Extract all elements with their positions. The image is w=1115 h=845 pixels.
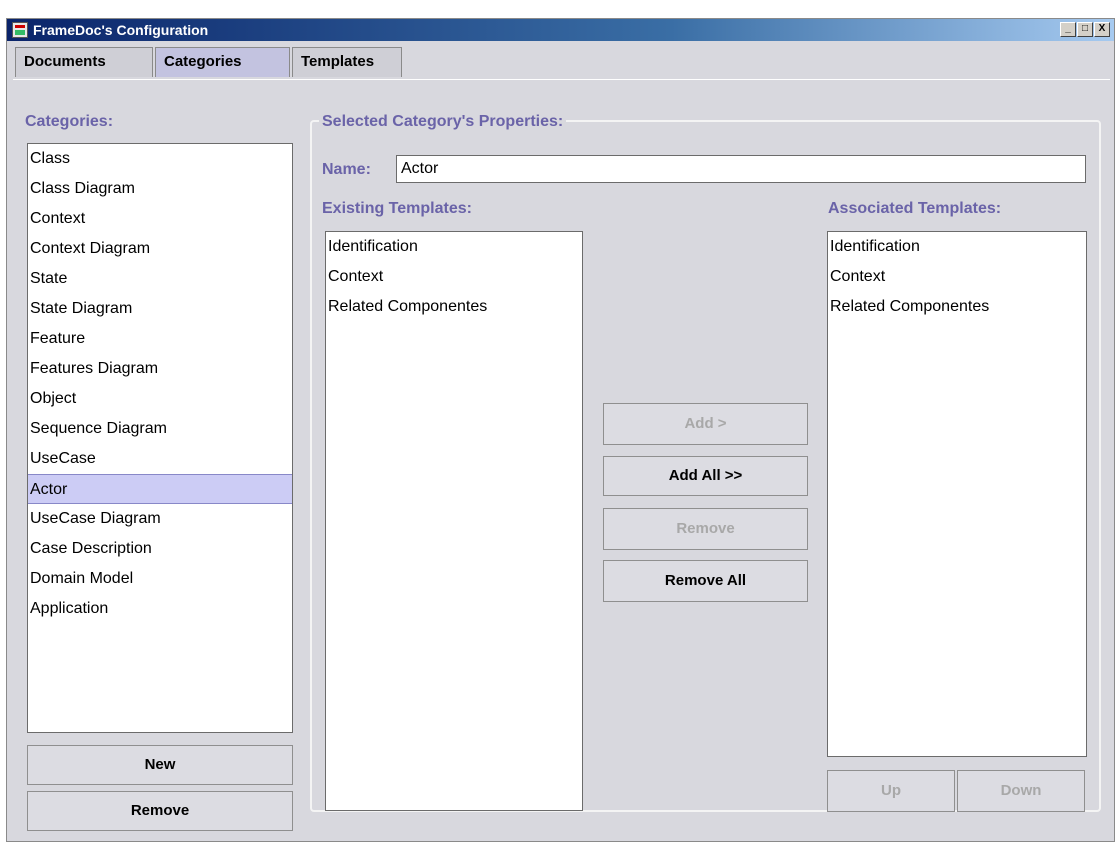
list-item[interactable]: Context <box>828 262 1086 292</box>
list-item[interactable]: State Diagram <box>28 294 292 324</box>
list-item[interactable]: Object <box>28 384 292 414</box>
list-item[interactable]: State <box>28 264 292 294</box>
tab-categories[interactable]: Categories <box>155 47 290 77</box>
configuration-window: FrameDoc's Configuration _ □ X Documents… <box>6 18 1115 842</box>
associated-templates-list[interactable]: Identification Context Related Componentes <box>827 231 1087 757</box>
maximize-button[interactable]: □ <box>1077 22 1093 37</box>
existing-templates-label: Existing Templates: <box>322 200 472 217</box>
tab-documents[interactable]: Documents <box>15 47 153 77</box>
remove-template-button[interactable]: Remove <box>603 508 808 550</box>
close-button[interactable]: X <box>1094 22 1110 37</box>
list-item[interactable]: Application <box>28 594 292 624</box>
list-item[interactable]: Context <box>326 262 582 292</box>
add-button[interactable]: Add > <box>603 403 808 445</box>
list-item[interactable]: Identification <box>828 232 1086 262</box>
list-item[interactable]: Context <box>28 204 292 234</box>
categories-label: Categories: <box>25 113 114 130</box>
categories-panel: Categories: Class Class Diagram Context Con… <box>13 79 1110 840</box>
new-category-button[interactable]: New <box>27 745 293 785</box>
existing-templates-list[interactable]: Identification Context Related Componentes <box>325 231 583 811</box>
add-all-button[interactable]: Add All >> <box>603 456 808 496</box>
remove-category-button[interactable]: Remove <box>27 791 293 831</box>
categories-list[interactable]: Class Class Diagram Context Context Diagram… <box>27 143 293 733</box>
minimize-button[interactable]: _ <box>1060 22 1076 37</box>
remove-all-button[interactable]: Remove All <box>603 560 808 602</box>
list-item[interactable]: Features Diagram <box>28 354 292 384</box>
up-button[interactable]: Up <box>827 770 955 812</box>
list-item[interactable]: Domain Model <box>28 564 292 594</box>
associated-templates-label: Associated Templates: <box>828 200 1002 217</box>
list-item[interactable]: Feature <box>28 324 292 354</box>
properties-group-label: Selected Category's Properties: <box>319 113 567 131</box>
list-item[interactable]: UseCase Diagram <box>28 504 292 534</box>
list-item[interactable]: Class <box>28 144 292 174</box>
name-label: Name: <box>322 161 371 178</box>
list-item[interactable]: Related Componentes <box>828 292 1086 322</box>
app-icon <box>12 22 28 38</box>
list-item[interactable]: Context Diagram <box>28 234 292 264</box>
tab-templates[interactable]: Templates <box>292 47 402 77</box>
list-item[interactable]: Case Description <box>28 534 292 564</box>
list-item[interactable]: UseCase <box>28 444 292 474</box>
list-item[interactable]: Identification <box>326 232 582 262</box>
list-item[interactable]: Actor <box>28 474 292 504</box>
down-button[interactable]: Down <box>957 770 1085 812</box>
list-item[interactable]: Sequence Diagram <box>28 414 292 444</box>
window-title: FrameDoc's Configuration <box>33 22 209 38</box>
category-name-input[interactable]: Actor <box>396 155 1086 183</box>
list-item[interactable]: Related Componentes <box>326 292 582 322</box>
list-item[interactable]: Class Diagram <box>28 174 292 204</box>
title-bar[interactable]: FrameDoc's Configuration _ □ X <box>7 19 1114 41</box>
